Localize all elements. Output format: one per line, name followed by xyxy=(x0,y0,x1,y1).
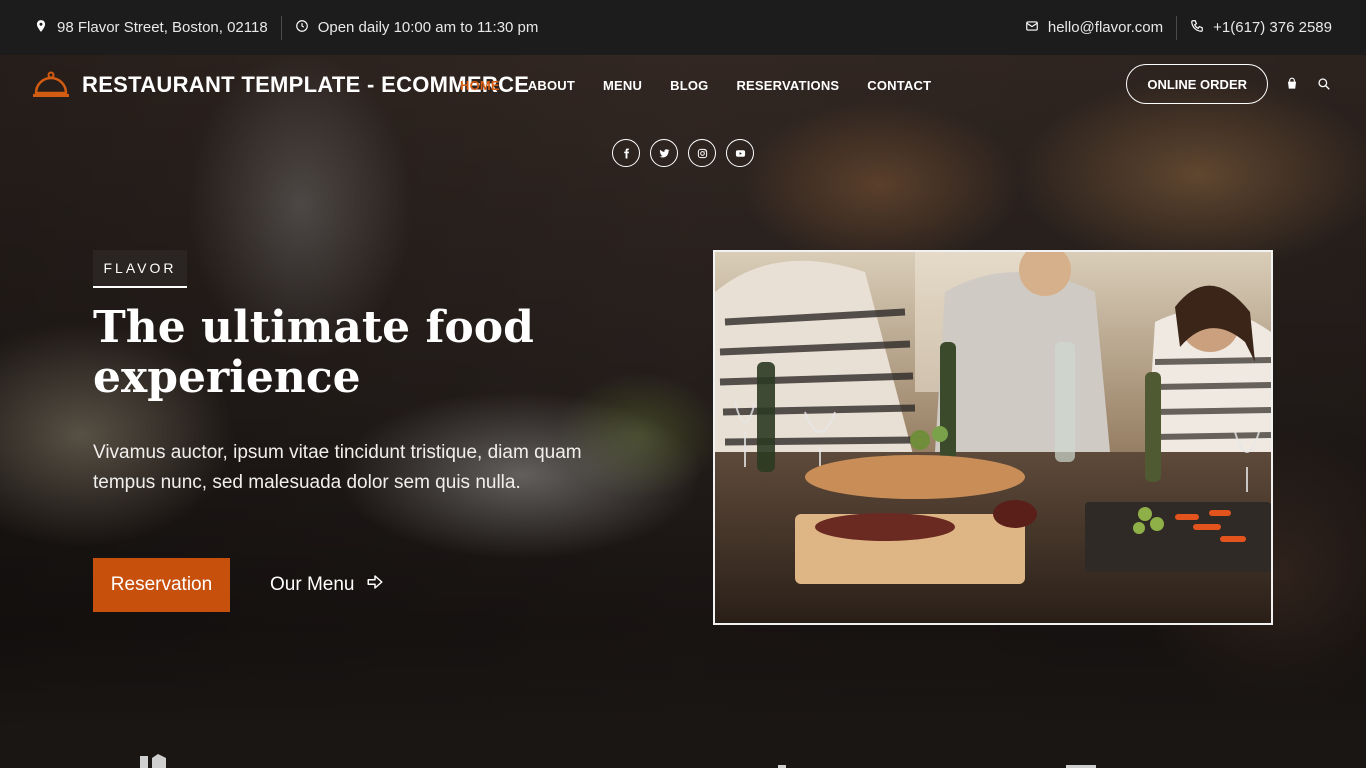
twitter-icon[interactable] xyxy=(650,139,678,167)
logo[interactable]: RESTAURANT TEMPLATE - ECOMMERCE xyxy=(32,69,529,101)
divider xyxy=(280,15,282,40)
youtube-icon[interactable] xyxy=(726,139,754,167)
nav-item-home[interactable]: HOME xyxy=(460,78,500,93)
site-header: RESTAURANT TEMPLATE - ECOMMERCE HOME ABO… xyxy=(0,55,1366,115)
facebook-icon[interactable] xyxy=(612,139,640,167)
phone-link[interactable]: +1(617) 376 2589 xyxy=(1213,19,1332,36)
cloche-logo-icon xyxy=(33,71,69,97)
top-info-bar: 98 Flavor Street, Boston, 02118 Open dai… xyxy=(0,0,1366,55)
address-item: 98 Flavor Street, Boston, 02118 xyxy=(34,19,268,37)
envelope-icon xyxy=(1025,19,1039,37)
hours-item: Open daily 10:00 am to 11:30 pm xyxy=(295,19,539,37)
online-order-button[interactable]: ONLINE ORDER xyxy=(1126,64,1268,104)
search-icon[interactable] xyxy=(1316,76,1332,92)
social-links xyxy=(612,139,754,167)
clock-icon xyxy=(295,19,309,37)
feature-icons-row xyxy=(140,754,1096,768)
header-actions: ONLINE ORDER xyxy=(1126,64,1332,104)
photo-illustration xyxy=(715,252,1271,623)
our-menu-label: Our Menu xyxy=(270,574,355,595)
nav-item-menu[interactable]: MENU xyxy=(603,78,642,93)
utensils-icon xyxy=(140,754,166,768)
hero-tag: FLAVOR xyxy=(93,250,187,288)
phone-item[interactable]: +1(617) 376 2589 xyxy=(1190,19,1332,37)
hero-description: Vivamus auctor, ipsum vitae tincidunt tr… xyxy=(93,442,582,493)
reservation-button[interactable]: Reservation xyxy=(93,558,230,612)
hero-headline: The ultimate food experience xyxy=(93,302,534,403)
shopping-bag-icon[interactable] xyxy=(1284,76,1300,92)
map-pin-icon xyxy=(34,19,48,37)
hero-photo-friends-dining xyxy=(713,250,1273,625)
hours-text: Open daily 10:00 am to 11:30 pm xyxy=(317,19,539,36)
main-nav: HOME ABOUT MENU BLOG RESERVATIONS CONTAC… xyxy=(460,55,931,115)
nav-item-reservations[interactable]: RESERVATIONS xyxy=(736,78,839,93)
nav-item-blog[interactable]: BLOG xyxy=(670,78,708,93)
instagram-icon[interactable] xyxy=(688,139,716,167)
divider xyxy=(1176,15,1178,40)
address-text: 98 Flavor Street, Boston, 02118 xyxy=(57,19,268,36)
our-menu-link[interactable]: Our Menu xyxy=(270,566,384,604)
nav-item-about[interactable]: ABOUT xyxy=(528,78,575,93)
phone-icon xyxy=(1190,19,1204,37)
nav-item-contact[interactable]: CONTACT xyxy=(867,78,931,93)
email-item[interactable]: hello@flavor.com xyxy=(1025,19,1163,37)
email-link[interactable]: hello@flavor.com xyxy=(1048,19,1163,36)
arrow-right-icon xyxy=(366,573,384,597)
